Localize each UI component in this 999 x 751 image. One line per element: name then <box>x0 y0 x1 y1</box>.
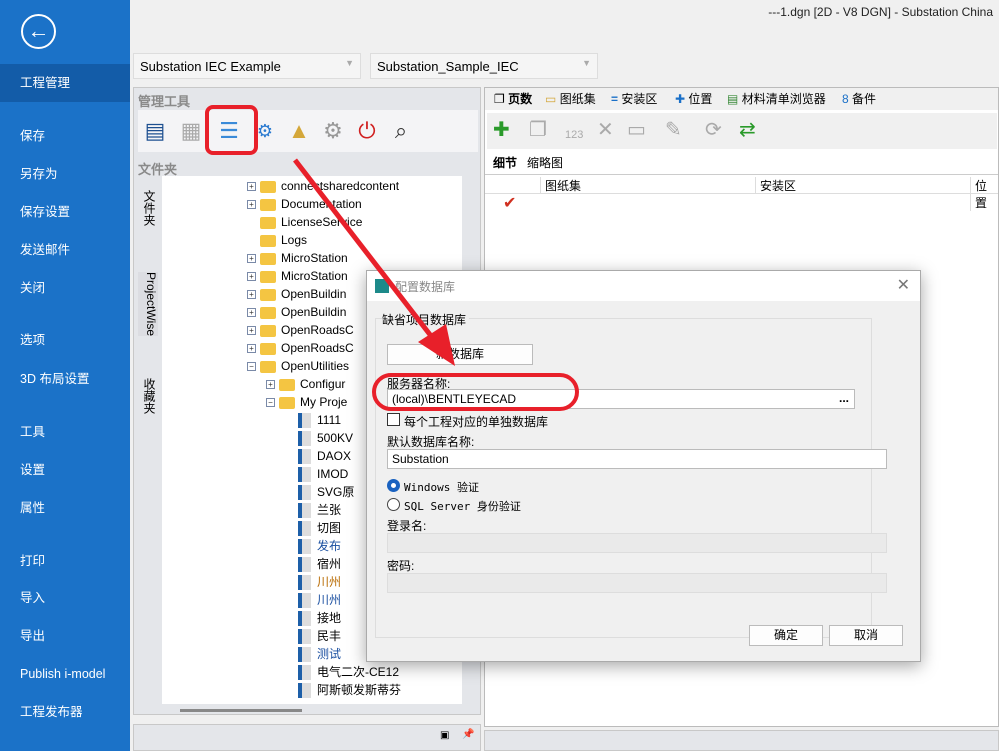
annotation-arrow <box>293 158 455 366</box>
